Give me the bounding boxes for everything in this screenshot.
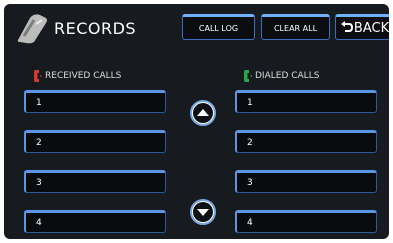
received-call-icon [34,70,42,82]
entry-number: 2 [247,137,253,148]
scroll-up-button[interactable] [190,100,216,126]
clear-all-label: CLEAR ALL [273,23,318,33]
dialed-call-entry-3[interactable]: 3 [235,170,377,193]
entry-number: 2 [36,137,42,148]
entry-number: 1 [36,97,42,108]
received-call-entry-4[interactable]: 4 [24,210,166,233]
header: RECORDS CALL LOG CLEAR ALL BACK [4,4,389,48]
received-call-entry-1[interactable]: 1 [24,90,166,113]
dialed-calls-heading: DIALED CALLS [244,70,319,82]
received-calls-title: RECEIVED CALLS [45,71,122,81]
entry-number: 3 [36,177,42,188]
clear-all-button[interactable]: CLEAR ALL [261,14,330,40]
triangle-down-icon [193,202,213,222]
received-call-entry-3[interactable]: 3 [24,170,166,193]
scroll-down-button[interactable] [190,199,216,225]
dialed-call-icon [244,70,252,82]
call-log-label: CALL LOG [198,23,239,33]
records-screen: RECORDS CALL LOG CLEAR ALL BACK RECEIVED… [4,4,389,239]
dialed-call-entry-2[interactable]: 2 [235,130,377,153]
entry-number: 1 [247,97,253,108]
dialed-call-entry-4[interactable]: 4 [235,210,377,233]
received-calls-heading: RECEIVED CALLS [34,70,121,82]
entry-number: 4 [247,217,253,228]
page-title: RECORDS [54,19,137,38]
dialed-call-entry-1[interactable]: 1 [235,90,377,113]
received-call-entry-2[interactable]: 2 [24,130,166,153]
phone-handset-icon [17,14,47,44]
entry-number: 4 [36,217,42,228]
dialed-calls-title: DIALED CALLS [255,71,320,81]
back-label: BACK [353,20,389,36]
triangle-up-icon [193,103,213,123]
back-arrow-icon [340,20,353,36]
call-log-button[interactable]: CALL LOG [182,14,255,40]
back-button[interactable]: BACK [335,14,389,40]
entry-number: 3 [247,177,253,188]
